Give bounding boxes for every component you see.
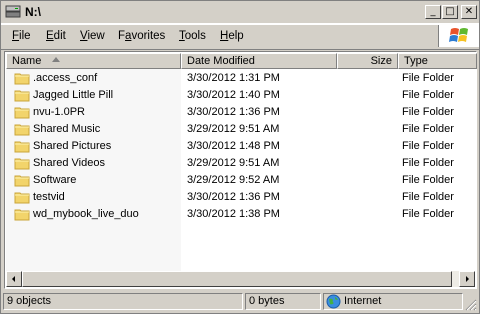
status-size: 0 bytes bbox=[245, 293, 321, 310]
item-name: Jagged Little Pill bbox=[33, 89, 114, 101]
scroll-right-button[interactable] bbox=[459, 271, 475, 287]
title-bar[interactable]: N:\ _ □ ✕ bbox=[1, 1, 479, 24]
folder-icon bbox=[14, 173, 30, 187]
item-name: Software bbox=[33, 174, 77, 186]
column-header-type[interactable]: Type bbox=[398, 53, 477, 69]
column-header-name-label: Name bbox=[12, 55, 42, 67]
menu-view-label: iew bbox=[87, 30, 105, 42]
item-name: Shared Music bbox=[33, 123, 101, 135]
menu-edit-label: dit bbox=[53, 30, 66, 42]
folder-icon bbox=[14, 122, 30, 136]
item-name: Shared Videos bbox=[33, 157, 105, 169]
folder-icon bbox=[14, 156, 30, 170]
list-item[interactable]: Software 3/29/2012 9:52 AM File Folder bbox=[6, 172, 477, 189]
scroll-right-icon bbox=[466, 276, 469, 282]
menu-favorites-pre: F bbox=[118, 30, 126, 42]
item-type: File Folder bbox=[402, 157, 454, 169]
menu-file-accel: F bbox=[12, 30, 20, 42]
list-item[interactable]: Shared Pictures 3/30/2012 1:48 PM File F… bbox=[6, 138, 477, 155]
column-header-bar: Name Date Modified Size Type bbox=[6, 53, 477, 69]
menu-tools[interactable]: Tools bbox=[179, 30, 206, 42]
file-list-view[interactable]: Name Date Modified Size Type .access_con… bbox=[4, 51, 477, 289]
column-header-type-label: Type bbox=[404, 55, 428, 67]
item-name: nvu-1.0PR bbox=[33, 106, 85, 118]
list-item[interactable]: wd_mybook_live_duo 3/30/2012 1:38 PM Fil… bbox=[6, 206, 477, 223]
menu-file[interactable]: File bbox=[12, 30, 31, 42]
item-date: 3/30/2012 1:36 PM bbox=[187, 191, 280, 203]
folder-icon bbox=[14, 71, 30, 85]
item-date: 3/29/2012 9:52 AM bbox=[187, 174, 280, 186]
explorer-window: N:\ _ □ ✕ File Edit View Favorites Tools… bbox=[0, 0, 480, 314]
minimize-button[interactable]: _ bbox=[425, 5, 441, 19]
status-zone-label: Internet bbox=[344, 295, 382, 307]
item-date: 3/30/2012 1:38 PM bbox=[187, 208, 280, 220]
item-name: .access_conf bbox=[33, 72, 98, 84]
scroll-left-button[interactable] bbox=[6, 271, 22, 287]
drive-window-icon bbox=[5, 5, 21, 19]
item-date: 3/30/2012 1:48 PM bbox=[187, 140, 280, 152]
menu-edit-accel: E bbox=[46, 30, 54, 42]
folder-icon bbox=[14, 207, 30, 221]
item-date: 3/30/2012 1:36 PM bbox=[187, 106, 280, 118]
menu-help-label: elp bbox=[228, 30, 244, 42]
status-bar: 9 objects 0 bytes Internet bbox=[1, 291, 479, 313]
globe-icon bbox=[326, 294, 341, 314]
list-item[interactable]: Shared Videos 3/29/2012 9:51 AM File Fol… bbox=[6, 155, 477, 172]
column-header-date[interactable]: Date Modified bbox=[181, 53, 337, 69]
sort-ascending-icon bbox=[52, 57, 60, 62]
column-header-size[interactable]: Size bbox=[337, 53, 398, 69]
item-type: File Folder bbox=[402, 140, 454, 152]
folder-icon bbox=[14, 190, 30, 204]
scroll-thumb[interactable] bbox=[22, 271, 452, 287]
menu-tools-label: ools bbox=[184, 30, 206, 42]
item-date: 3/29/2012 9:51 AM bbox=[187, 123, 280, 135]
folder-icon bbox=[14, 105, 30, 119]
item-type: File Folder bbox=[402, 123, 454, 135]
item-name: Shared Pictures bbox=[33, 140, 112, 152]
menu-bar: File Edit View Favorites Tools Help bbox=[1, 24, 479, 50]
column-header-date-label: Date Modified bbox=[187, 55, 255, 67]
menu-favorites-label: vorites bbox=[131, 30, 166, 42]
window-title: N:\ bbox=[25, 5, 41, 19]
item-type: File Folder bbox=[402, 72, 454, 84]
menu-favorites[interactable]: Favorites bbox=[118, 30, 165, 42]
status-objects: 9 objects bbox=[3, 293, 243, 310]
list-item[interactable]: testvid 3/30/2012 1:36 PM File Folder bbox=[6, 189, 477, 206]
item-type: File Folder bbox=[402, 106, 454, 118]
menu-view[interactable]: View bbox=[80, 30, 105, 42]
column-header-name[interactable]: Name bbox=[6, 53, 181, 69]
list-item[interactable]: Jagged Little Pill 3/30/2012 1:40 PM Fil… bbox=[6, 87, 477, 104]
item-type: File Folder bbox=[402, 191, 454, 203]
item-type: File Folder bbox=[402, 89, 454, 101]
column-header-size-label: Size bbox=[370, 55, 392, 67]
menu-edit[interactable]: Edit bbox=[46, 30, 66, 42]
maximize-button[interactable]: □ bbox=[442, 5, 458, 19]
horizontal-scrollbar[interactable] bbox=[6, 271, 475, 287]
close-button[interactable]: ✕ bbox=[461, 5, 477, 19]
folder-icon bbox=[14, 139, 30, 153]
list-item[interactable]: Shared Music 3/29/2012 9:51 AM File Fold… bbox=[6, 121, 477, 138]
item-type: File Folder bbox=[402, 208, 454, 220]
folder-icon bbox=[14, 88, 30, 102]
item-date: 3/30/2012 1:31 PM bbox=[187, 72, 280, 84]
item-name: testvid bbox=[33, 191, 65, 203]
windows-logo-icon bbox=[438, 25, 479, 47]
item-name: wd_mybook_live_duo bbox=[33, 208, 139, 220]
item-date: 3/29/2012 9:51 AM bbox=[187, 157, 280, 169]
item-type: File Folder bbox=[402, 174, 454, 186]
menu-file-label: ile bbox=[19, 30, 31, 42]
item-date: 3/30/2012 1:40 PM bbox=[187, 89, 280, 101]
menu-help[interactable]: Help bbox=[220, 30, 244, 42]
list-item[interactable]: .access_conf 3/30/2012 1:31 PM File Fold… bbox=[6, 70, 477, 87]
resize-grip-icon[interactable] bbox=[465, 299, 477, 311]
scroll-left-icon bbox=[12, 276, 15, 282]
status-zone: Internet bbox=[323, 293, 463, 310]
list-item[interactable]: nvu-1.0PR 3/30/2012 1:36 PM File Folder bbox=[6, 104, 477, 121]
